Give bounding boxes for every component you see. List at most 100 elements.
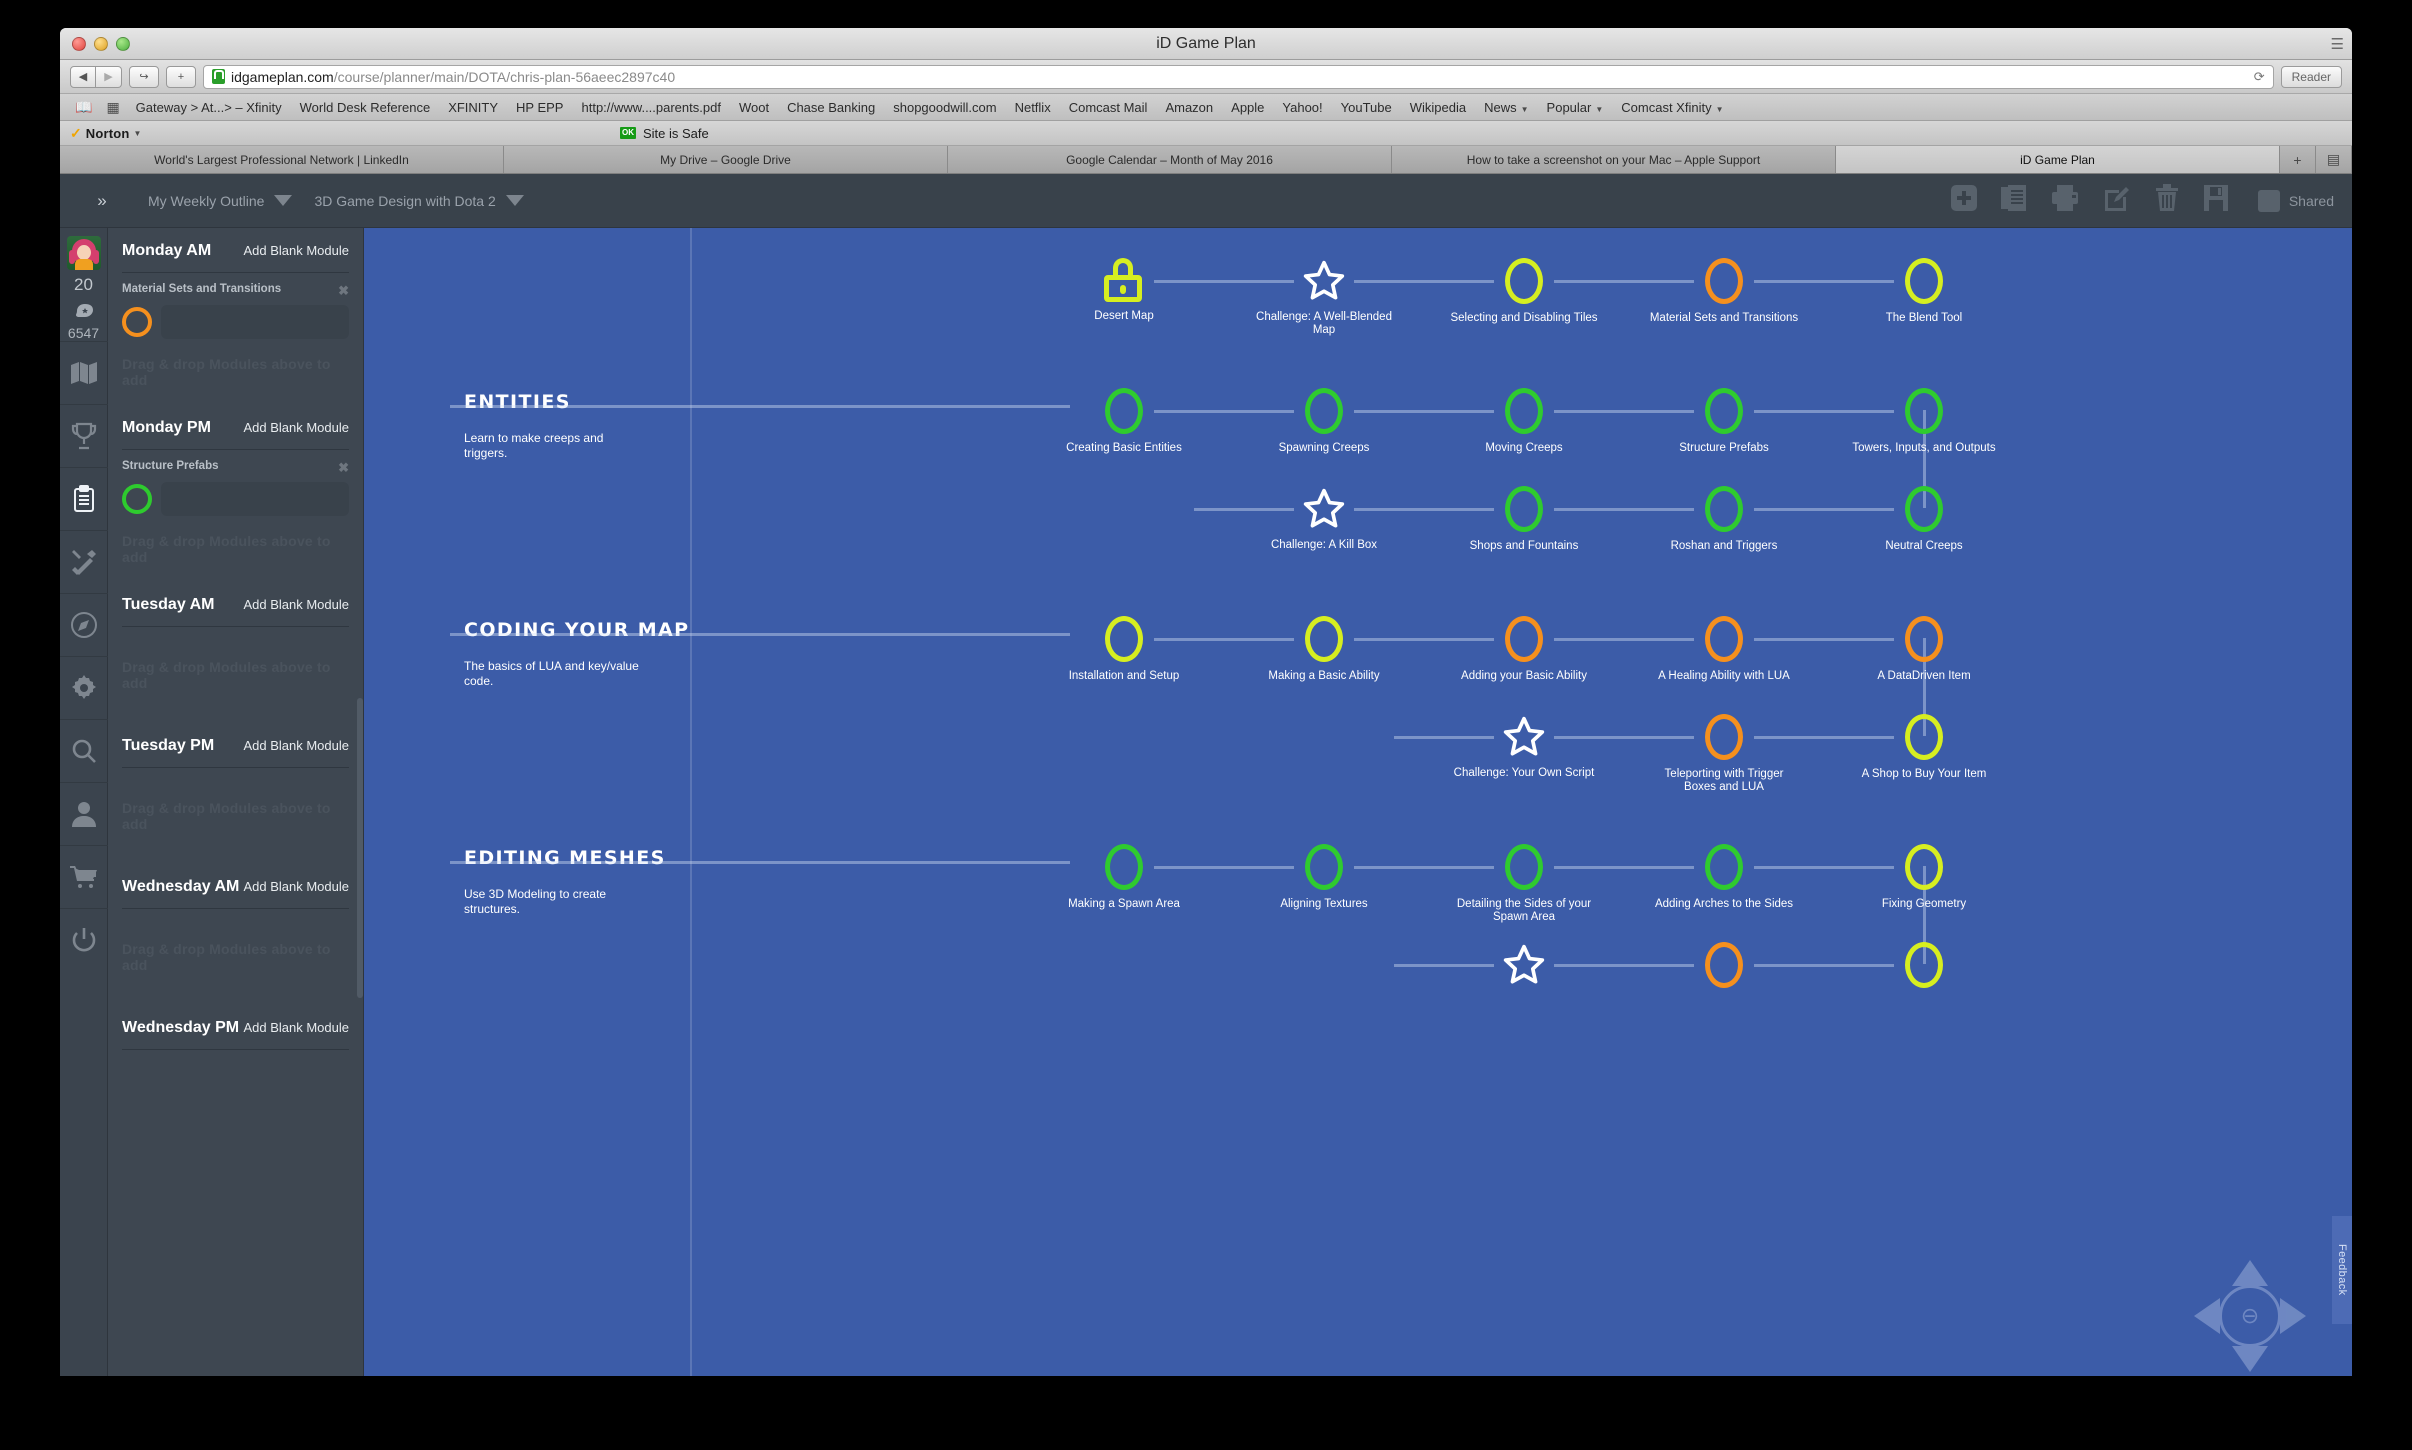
- minimize-button[interactable]: [94, 37, 108, 51]
- edit-icon[interactable]: [2102, 183, 2132, 218]
- course-node[interactable]: Neutral Creeps: [1849, 486, 1999, 553]
- course-node[interactable]: A Healing Ability with LUA: [1649, 616, 1799, 683]
- course-selector[interactable]: 3D Game Design with Dota 2: [314, 193, 524, 209]
- course-node[interactable]: Teleporting with Trigger Boxes and LUA: [1649, 714, 1799, 794]
- back-button[interactable]: ◀: [70, 65, 96, 88]
- bookmark-item[interactable]: Comcast Mail: [1060, 100, 1157, 115]
- zoom-out-button[interactable]: ⊖: [2219, 1285, 2281, 1347]
- window-menu-icon[interactable]: ☰: [2331, 35, 2344, 53]
- pan-left-icon[interactable]: [2194, 1298, 2220, 1334]
- bookmark-folder[interactable]: Comcast Xfinity ▼: [1612, 100, 1732, 115]
- chevron-down-icon[interactable]: ▼: [134, 129, 142, 138]
- collapse-sidebar-icon[interactable]: »: [78, 191, 126, 211]
- course-node[interactable]: A Shop to Buy Your Item: [1849, 714, 1999, 781]
- bookmark-folder[interactable]: News ▼: [1475, 100, 1537, 115]
- tab-id-game-plan[interactable]: iD Game Plan: [1836, 146, 2280, 173]
- tab-linkedin[interactable]: World's Largest Professional Network | L…: [60, 146, 504, 173]
- bookmark-folder[interactable]: Popular ▼: [1538, 100, 1613, 115]
- add-blank-module-button[interactable]: Add Blank Module: [243, 1020, 349, 1035]
- new-tab-button[interactable]: +: [166, 65, 196, 88]
- course-node[interactable]: Desert Map: [1049, 258, 1199, 323]
- new-tab-button-tabbar[interactable]: +: [2280, 146, 2316, 173]
- show-all-tabs-button[interactable]: ▤: [2316, 146, 2352, 173]
- sidebar-item-tools[interactable]: [60, 530, 108, 593]
- sidebar-item-profile[interactable]: [60, 782, 108, 845]
- bookmark-item[interactable]: HP EPP: [507, 100, 572, 115]
- course-node[interactable]: Installation and Setup: [1049, 616, 1199, 683]
- forward-button[interactable]: ▶: [96, 65, 122, 88]
- reload-icon[interactable]: ⟳: [2254, 69, 2265, 85]
- address-bar[interactable]: idgameplan.com/course/planner/main/DOTA/…: [203, 64, 2274, 89]
- save-icon[interactable]: [2202, 183, 2230, 218]
- drop-zone[interactable]: Drag & drop Modules above to add: [122, 627, 349, 723]
- sidebar-item-trophy[interactable]: [60, 404, 108, 467]
- zoom-button[interactable]: [116, 37, 130, 51]
- top-sites-grid-icon[interactable]: ▦: [99, 99, 126, 116]
- course-node[interactable]: Adding Arches to the Sides: [1649, 844, 1799, 911]
- sidebar-item-store[interactable]: [60, 845, 108, 908]
- drop-zone[interactable]: Drag & drop Modules above to add: [122, 339, 349, 405]
- module-card[interactable]: Structure Prefabs ✖: [122, 450, 349, 516]
- add-blank-module-button[interactable]: Add Blank Module: [243, 738, 349, 753]
- course-node[interactable]: Challenge: Your Own Script: [1449, 714, 1599, 780]
- window-controls[interactable]: [72, 37, 130, 51]
- pan-zoom-control[interactable]: ⊖: [2194, 1260, 2306, 1372]
- shared-toggle[interactable]: Shared: [2257, 189, 2334, 212]
- sidebar-book-icon[interactable]: 📖: [68, 99, 99, 116]
- course-node[interactable]: Shops and Fountains: [1449, 486, 1599, 553]
- course-map-canvas[interactable]: ENTITIES Learn to make creeps and trigger…: [364, 228, 2352, 1376]
- delete-icon[interactable]: [2154, 183, 2180, 218]
- bookmark-item[interactable]: http://www....parents.pdf: [572, 100, 729, 115]
- module-card[interactable]: Material Sets and Transitions ✖: [122, 273, 349, 339]
- share-button[interactable]: ↪: [129, 65, 159, 88]
- course-node[interactable]: A DataDriven Item: [1849, 616, 1999, 683]
- close-button[interactable]: [72, 37, 86, 51]
- sidebar-item-logout[interactable]: [60, 908, 108, 971]
- pan-right-icon[interactable]: [2280, 1298, 2306, 1334]
- course-node[interactable]: Making a Basic Ability: [1249, 616, 1399, 683]
- course-node[interactable]: Moving Creeps: [1449, 388, 1599, 455]
- add-blank-module-button[interactable]: Add Blank Module: [243, 597, 349, 612]
- bookmark-item[interactable]: Wikipedia: [1401, 100, 1475, 115]
- course-node[interactable]: Making a Spawn Area: [1049, 844, 1199, 911]
- course-node[interactable]: Aligning Textures: [1249, 844, 1399, 911]
- sidebar-item-settings[interactable]: [60, 656, 108, 719]
- sidebar-item-planner[interactable]: [60, 467, 108, 530]
- drop-zone[interactable]: Drag & drop Modules above to add: [122, 768, 349, 864]
- reader-button[interactable]: Reader: [2280, 65, 2342, 88]
- drop-zone[interactable]: Drag & drop Modules above to add: [122, 909, 349, 1005]
- bookmark-item[interactable]: Woot: [730, 100, 778, 115]
- bookmark-item[interactable]: Gateway > At...> – Xfinity: [127, 100, 291, 115]
- close-icon[interactable]: ✖: [338, 460, 349, 476]
- course-node[interactable]: Adding your Basic Ability: [1449, 616, 1599, 683]
- course-node[interactable]: [1449, 942, 1599, 995]
- bookmark-item[interactable]: shopgoodwill.com: [884, 100, 1005, 115]
- plan-selector[interactable]: My Weekly Outline: [148, 193, 293, 209]
- bookmark-item[interactable]: Netflix: [1006, 100, 1060, 115]
- print-icon[interactable]: [2050, 183, 2080, 218]
- course-node[interactable]: Selecting and Disabling Tiles: [1449, 258, 1599, 325]
- add-blank-module-button[interactable]: Add Blank Module: [243, 243, 349, 258]
- pan-up-icon[interactable]: [2232, 1260, 2268, 1286]
- shared-checkbox[interactable]: [2257, 189, 2280, 212]
- course-node[interactable]: Challenge: A Well-Blended Map: [1249, 258, 1399, 337]
- tab-google-calendar[interactable]: Google Calendar – Month of May 2016: [948, 146, 1392, 173]
- pan-down-icon[interactable]: [2232, 1346, 2268, 1372]
- add-blank-module-button[interactable]: Add Blank Module: [243, 879, 349, 894]
- sidebar-item-explore[interactable]: [60, 593, 108, 656]
- bookmark-item[interactable]: Apple: [1222, 100, 1273, 115]
- tab-apple-support[interactable]: How to take a screenshot on your Mac – A…: [1392, 146, 1836, 173]
- course-node[interactable]: Roshan and Triggers: [1649, 486, 1799, 553]
- avatar[interactable]: [66, 236, 101, 270]
- add-blank-module-button[interactable]: Add Blank Module: [243, 420, 349, 435]
- course-node[interactable]: [1849, 942, 1999, 996]
- bookmark-item[interactable]: XFINITY: [439, 100, 507, 115]
- bookmark-item[interactable]: Chase Banking: [778, 100, 884, 115]
- course-node[interactable]: Structure Prefabs: [1649, 388, 1799, 455]
- course-node[interactable]: Material Sets and Transitions: [1649, 258, 1799, 325]
- drop-zone[interactable]: Drag & drop Modules above to add: [122, 516, 349, 582]
- course-node[interactable]: Towers, Inputs, and Outputs: [1849, 388, 1999, 455]
- sidebar-item-map[interactable]: [60, 341, 108, 404]
- course-node[interactable]: [1649, 942, 1799, 996]
- duplicate-icon[interactable]: [2000, 183, 2028, 218]
